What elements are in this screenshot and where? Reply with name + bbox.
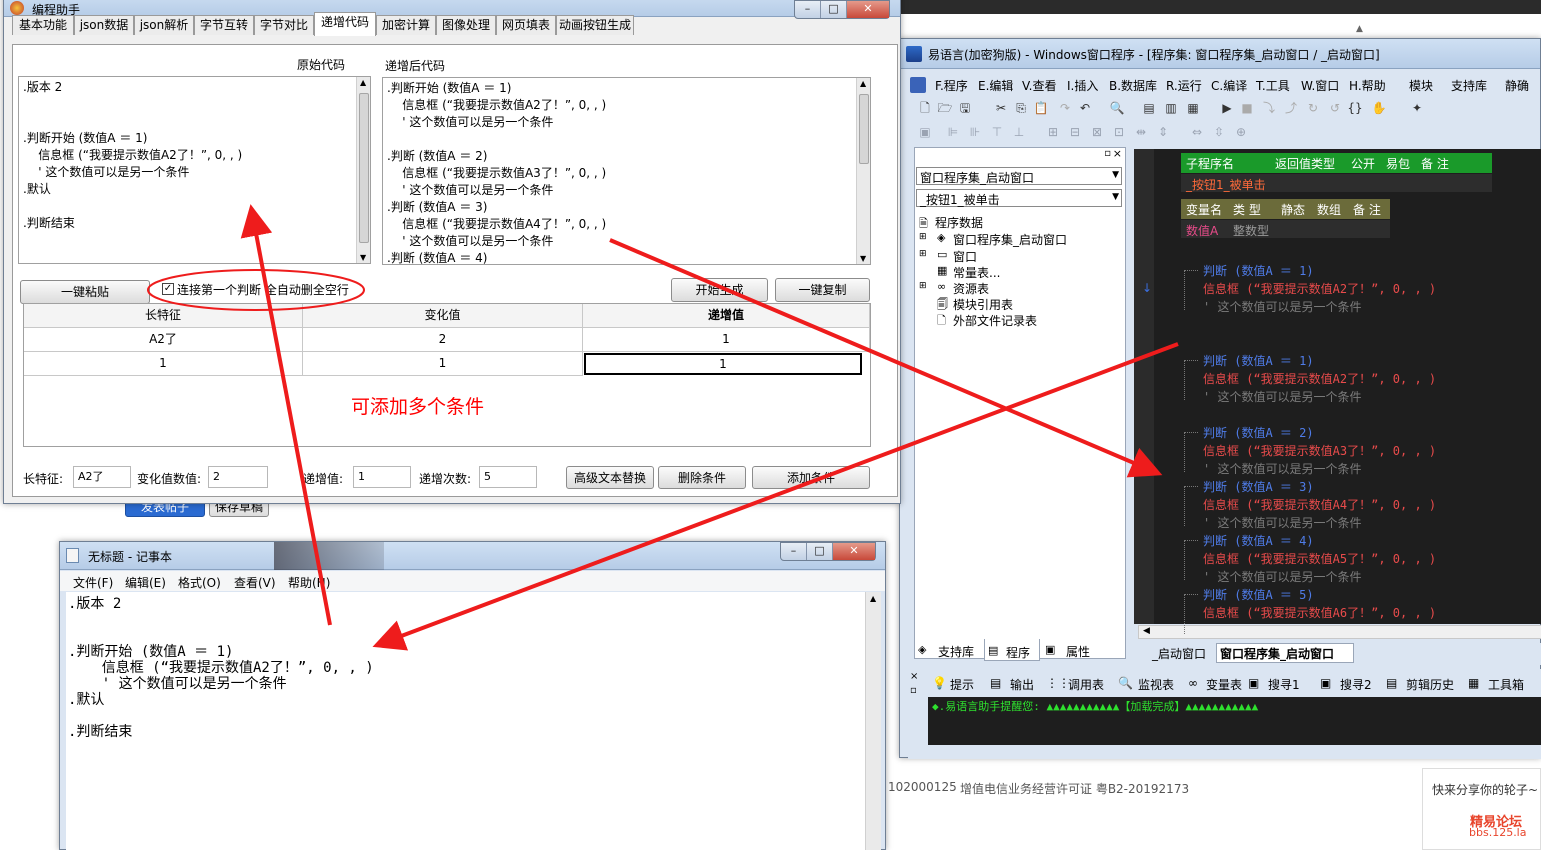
annotation-overlay (147, 204, 1179, 651)
annotation-arrow-left (372, 342, 1179, 651)
annotation-arrow-right (609, 238, 1163, 478)
annotation-ellipse (147, 269, 365, 311)
